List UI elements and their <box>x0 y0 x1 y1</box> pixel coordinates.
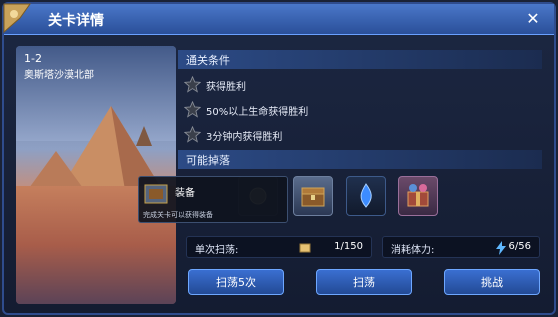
lightning-icon <box>496 241 506 255</box>
title-bar: 关卡详情 ✕ <box>3 3 554 35</box>
stage-name: 奥斯塔沙漠北部 <box>24 70 94 81</box>
star-empty-icon <box>184 76 201 93</box>
condition-text: 3分钟内获得胜利 <box>206 132 283 143</box>
sweep-count-value: 1/150 <box>334 241 363 252</box>
drop-item-gift[interactable] <box>398 176 438 216</box>
close-button[interactable]: ✕ <box>522 8 544 30</box>
tooltip-description: 完成关卡可以获得装备 <box>143 211 213 219</box>
sweep-button[interactable]: 扫荡 <box>316 269 412 295</box>
treasure-chest-icon <box>301 187 325 207</box>
stage-number: 1-2 <box>24 52 42 65</box>
star-empty-icon <box>184 101 201 118</box>
drop-item-essence[interactable] <box>346 176 386 216</box>
stamina-bar: 消耗体力: 6/56 <box>382 236 540 258</box>
drops-header-label: 可能掉落 <box>186 154 230 167</box>
stamina-label: 消耗体力: <box>391 245 435 256</box>
condition-text: 获得胜利 <box>206 82 246 93</box>
conditions-header: 通关条件 <box>178 50 542 69</box>
sweep-5-button[interactable]: 扫荡5次 <box>188 269 284 295</box>
conditions-header-label: 通关条件 <box>186 54 230 67</box>
drops-header: 可能掉落 <box>178 150 542 169</box>
blue-flame-icon <box>360 183 372 208</box>
stage-detail-dialog: 关卡详情 ✕ 1-2 奥斯塔沙漠北部 通关条件 获得胜利 50%以上生命获得胜利 <box>2 2 556 315</box>
scroll-icon <box>299 243 311 253</box>
condition-text: 50%以上生命获得胜利 <box>206 107 309 118</box>
gift-box-icon <box>407 184 429 207</box>
dialog-title: 关卡详情 <box>48 13 104 29</box>
corner-ornament-icon <box>3 3 31 34</box>
drop-item-chest[interactable] <box>293 176 333 216</box>
challenge-button[interactable]: 挑战 <box>444 269 540 295</box>
drop-tooltip: 装备 完成关卡可以获得装备 <box>138 176 288 223</box>
stage-image: 1-2 奥斯塔沙漠北部 <box>16 46 176 304</box>
star-empty-icon <box>184 126 201 143</box>
tooltip-title: 装备 <box>175 188 195 199</box>
stamina-value: 6/56 <box>508 241 531 252</box>
equipment-icon <box>144 184 168 204</box>
sweep-count-label: 单次扫荡: <box>195 245 239 256</box>
sweep-count-bar: 单次扫荡: 1/150 <box>186 236 372 258</box>
